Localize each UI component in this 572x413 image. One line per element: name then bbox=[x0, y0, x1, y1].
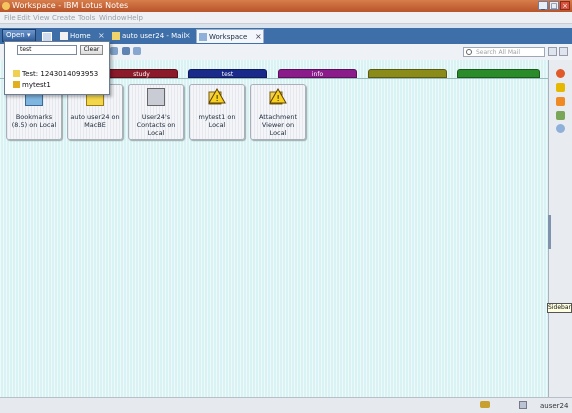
tile-label: Bookmarks (8.5) on Local bbox=[11, 113, 57, 129]
svg-text:!: ! bbox=[216, 94, 219, 103]
workspace-tab[interactable] bbox=[457, 69, 540, 78]
database-tile[interactable]: User24's Contacts on Local bbox=[128, 84, 184, 140]
tile-label: Attachment Viewer on Local bbox=[258, 113, 298, 137]
database-tile[interactable]: ! Attachment Viewer on Local bbox=[250, 84, 306, 140]
menu-view[interactable]: View bbox=[33, 14, 50, 22]
maximize-button[interactable]: □ bbox=[549, 1, 559, 10]
warning-db-icon: ! bbox=[208, 87, 226, 106]
open-filter-input[interactable]: test bbox=[17, 45, 77, 55]
warning-db-icon: ! bbox=[269, 87, 287, 106]
clear-button[interactable]: Clear bbox=[80, 45, 103, 55]
popup-item[interactable]: Test: 1243014093953 bbox=[13, 70, 98, 78]
replicate-icon[interactable] bbox=[122, 47, 130, 55]
open-button-label: Open bbox=[6, 31, 25, 39]
search-options-icon[interactable] bbox=[548, 47, 557, 56]
tile-label: mytest1 on Local bbox=[198, 113, 236, 129]
menu-create[interactable]: Create bbox=[52, 14, 75, 22]
sidebar-resize-handle[interactable] bbox=[548, 215, 551, 249]
search-go-icon[interactable] bbox=[559, 47, 568, 56]
workspace-icon bbox=[199, 33, 207, 41]
menu-edit[interactable]: Edit bbox=[17, 14, 31, 22]
menu-tools[interactable]: Tools bbox=[78, 14, 95, 22]
search-input[interactable]: Search All Mail bbox=[463, 47, 545, 57]
close-icon[interactable]: × bbox=[255, 30, 262, 44]
minimize-button[interactable]: _ bbox=[538, 1, 548, 10]
popup-item-label: Test: 1243014093953 bbox=[22, 70, 99, 78]
search-icon bbox=[466, 49, 472, 55]
tab-workspace-label: Workspace bbox=[209, 33, 248, 41]
menu-bar: File Edit View Create Tools Window Help bbox=[0, 12, 572, 24]
tab-mail[interactable]: auto user24 - Mail × bbox=[110, 29, 194, 43]
tab-home-label: Home bbox=[70, 32, 91, 40]
sametime-icon[interactable] bbox=[556, 124, 565, 133]
close-icon[interactable]: × bbox=[184, 29, 191, 43]
chevron-down-icon: ▾ bbox=[26, 31, 31, 39]
day-at-a-glance-icon[interactable] bbox=[556, 69, 565, 78]
star-icon[interactable] bbox=[556, 83, 565, 92]
feeds-icon[interactable] bbox=[556, 97, 565, 106]
tile-label: auto user24 on MacBE bbox=[70, 113, 120, 129]
tab-workspace[interactable]: Workspace × bbox=[196, 29, 264, 43]
status-bar bbox=[0, 397, 572, 413]
close-window-button[interactable]: × bbox=[560, 1, 570, 10]
status-user[interactable]: auser24 bbox=[540, 402, 568, 410]
home-icon bbox=[60, 32, 68, 40]
workspace-tab-info[interactable]: info bbox=[278, 69, 357, 78]
tile-label: User24's Contacts on Local bbox=[136, 113, 176, 137]
svg-text:!: ! bbox=[277, 94, 280, 103]
lotus-notes-app-icon bbox=[2, 2, 10, 10]
menu-file[interactable]: File bbox=[4, 14, 16, 22]
tab-mail-label: auto user24 - Mail bbox=[122, 32, 186, 40]
warning-db-icon bbox=[13, 81, 20, 88]
title-bar: Workspace - IBM Lotus Notes _ □ × bbox=[0, 0, 572, 12]
popup-item[interactable]: mytest1 bbox=[13, 81, 51, 89]
notebook-icon bbox=[13, 70, 20, 77]
database-tile[interactable]: ! mytest1 on Local bbox=[189, 84, 245, 140]
search-placeholder: Search All Mail bbox=[476, 49, 521, 56]
sidebar bbox=[548, 60, 572, 397]
location-icon[interactable] bbox=[519, 401, 527, 409]
window-title: Workspace - IBM Lotus Notes bbox=[12, 1, 129, 10]
workspace-tab-study[interactable]: study bbox=[105, 69, 178, 78]
activities-icon[interactable] bbox=[556, 111, 565, 120]
refresh-icon[interactable] bbox=[110, 47, 118, 55]
contacts-icon bbox=[147, 88, 165, 106]
replication-status-icon[interactable] bbox=[480, 401, 490, 408]
menu-help[interactable]: Help bbox=[127, 14, 143, 22]
popup-item-label: mytest1 bbox=[22, 81, 51, 89]
workspace-tab[interactable] bbox=[368, 69, 447, 78]
mail-icon bbox=[112, 32, 120, 40]
sidebar-tooltip: Sidebar bbox=[547, 303, 572, 313]
database-icon[interactable] bbox=[133, 47, 141, 55]
workspace-tab-test[interactable]: test bbox=[188, 69, 267, 78]
menu-window[interactable]: Window bbox=[99, 14, 127, 22]
